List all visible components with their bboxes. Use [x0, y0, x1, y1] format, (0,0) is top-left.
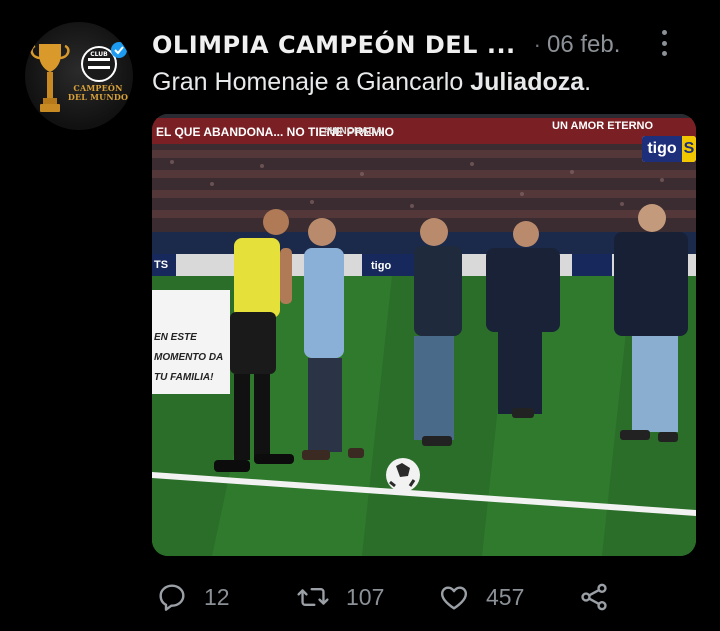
soccer-ball — [386, 458, 420, 492]
tweet: CLUB CAMPEÓN DEL MUNDO OLIMPIA CAMPEÓN D… — [0, 0, 720, 631]
like-icon — [440, 586, 468, 610]
author-name[interactable]: OLIMPIA CAMPEÓN DEL ... — [152, 31, 516, 59]
retweet-button[interactable]: 107 — [296, 575, 384, 619]
like-button[interactable]: 457 — [438, 575, 524, 619]
reply-icon — [159, 584, 185, 611]
tweet-text-bold: Juliadoza — [470, 68, 585, 96]
tweet-date[interactable]: 06 feb. — [547, 31, 620, 59]
retweet-icon — [297, 587, 329, 607]
avatar-label: CAMPEÓN DEL MUNDO — [67, 84, 129, 102]
broadcaster-logo-main: tigo — [642, 136, 682, 162]
tweet-header: OLIMPIA CAMPEÓN DEL ... · 06 feb. — [152, 28, 700, 62]
verified-badge-icon — [111, 42, 127, 58]
sideboard-text: EN ESTE MOMENTO DA TU FAMILIA! — [154, 332, 223, 383]
broadcaster-logo: tigo S — [642, 136, 696, 162]
ad-board-tigo: tigo — [371, 260, 392, 272]
reply-count: 12 — [204, 583, 230, 610]
tweet-text: Gran Homenaje a Giancarlo Juliadoza. — [152, 68, 591, 97]
avatar[interactable]: CLUB CAMPEÓN DEL MUNDO — [25, 22, 133, 130]
ad-board-left: TS — [154, 259, 169, 271]
verified-badge-icon — [111, 42, 127, 58]
tweet-photo[interactable]: EL QUE ABANDONA... NO TIENE PREMIO #HINC… — [152, 114, 696, 556]
stadium-banner-mid: #HINCHADA — [324, 126, 383, 137]
tweet-text-plain: Gran Homenaje a Giancarlo — [152, 68, 471, 96]
avatar-label-line2: DEL MUNDO — [67, 92, 129, 102]
broadcaster-logo-suffix: S — [682, 136, 696, 162]
like-count: 457 — [486, 583, 525, 610]
reply-button[interactable]: 12 — [156, 575, 230, 619]
share-button[interactable] — [578, 575, 610, 619]
more-options-icon[interactable] — [656, 28, 672, 58]
share-icon — [581, 583, 607, 611]
retweet-count: 107 — [346, 583, 385, 610]
avatar-trophy-icon: CLUB — [30, 42, 127, 112]
svg-text:CLUB: CLUB — [90, 51, 108, 58]
tweet-text-end: . — [584, 68, 592, 96]
header-separator: · — [533, 32, 541, 57]
stadium-banner-right: UN AMOR ETERNO — [552, 120, 654, 132]
action-bar: 12 107 457 — [152, 575, 652, 619]
